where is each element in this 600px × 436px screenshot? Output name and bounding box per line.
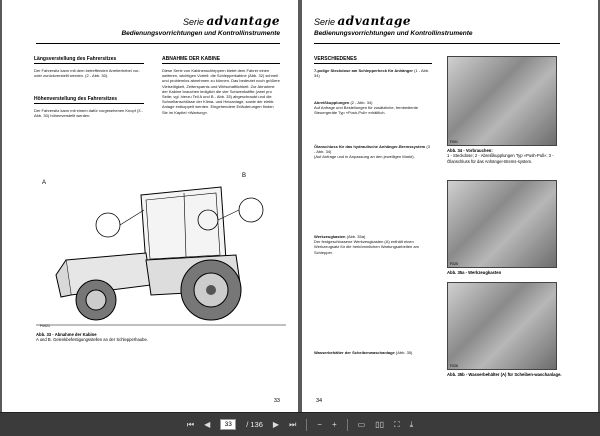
- label-b: B: [242, 173, 247, 179]
- seat-length-heading: Längsverstellung des Fahrersitzes: [34, 56, 144, 64]
- zoom-in-icon[interactable]: +: [332, 420, 337, 429]
- fullscreen-icon[interactable]: ⛶: [394, 420, 400, 430]
- seat-height-text: Der Fahrersitz kann mit einem dafür vorg…: [34, 108, 143, 119]
- last-page-icon[interactable]: ⏭: [289, 420, 296, 430]
- divider: [306, 418, 308, 431]
- seat-height-heading: Höhenverstellung des Fahrersitzes: [34, 96, 144, 104]
- total-pages: / 136: [246, 420, 263, 429]
- download-icon[interactable]: ⤓: [410, 420, 414, 430]
- photo-washer-tank: F026: [447, 282, 557, 370]
- caption-body: A und B. Gelenkbefestigungsstellen an de…: [36, 337, 148, 343]
- photo-toolbox: F025: [447, 180, 557, 268]
- prev-page-icon[interactable]: ◀: [204, 420, 210, 429]
- tractor-figure: [36, 165, 286, 333]
- section-subtitle: Bedienungsvorrichtungen und Kontrollinst…: [121, 30, 280, 37]
- cab-removal-heading: ABNAHME DER KABINE: [162, 56, 280, 64]
- page-number: 34: [316, 398, 323, 404]
- page-number-input[interactable]: 33: [220, 419, 237, 430]
- label-a: A: [42, 180, 47, 186]
- seat-length-text: Der Fahrersitz kann mit dem betreffenden…: [34, 68, 140, 79]
- caption-34: Abb. 34 - Vorbrauchen: 1 - Steckdose; 2 …: [447, 148, 554, 164]
- series-title: Serie advantage: [314, 14, 412, 28]
- series-title: Serie advantage: [182, 14, 280, 28]
- breakaway-text: Abreißkupplungen (2 - Abb. 34) Auf Anfra…: [314, 100, 419, 116]
- toolbox-text: Werkzeugkasten (Abb. 35a) Der festgeschl…: [314, 234, 419, 255]
- socket-text: 7-polige Steckdose am Schlepperheck für …: [314, 68, 430, 79]
- washer-tank-text: Wasserbehälter der Scheibenwaschanlage (…: [314, 350, 413, 355]
- oil-connection-text: Ölanschluss für das hydraulische Anhänge…: [314, 144, 430, 160]
- photo-trailer-connections: F001: [447, 56, 557, 146]
- pdf-toolbar: ⏮ ◀ 33 / 136 ▶ ⏭ − + ▭ ▯▯ ⛶ ⤓: [0, 412, 600, 436]
- figure-code: F0021: [40, 324, 50, 328]
- first-page-icon[interactable]: ⏮: [187, 420, 194, 430]
- left-page: Serie advantage Bedienungsvorrichtungen …: [2, 0, 298, 412]
- caption-35a: Abb. 35a - Werkzeugkasten: [447, 270, 502, 275]
- page-number: 33: [273, 398, 280, 404]
- cab-removal-text: Diese Serie von Kabinenschleppern bietet…: [162, 68, 280, 115]
- caption-35b: Abb. 35b - Wasserbehälter (A) für Scheib…: [447, 372, 562, 377]
- fit-page-icon[interactable]: ▭: [358, 420, 366, 429]
- caption-title: Abb. 33 - Abnahme der Kabine: [36, 332, 97, 337]
- next-page-icon[interactable]: ▶: [273, 420, 279, 429]
- section-subtitle: Bedienungsvorrichtungen und Kontrollinst…: [314, 30, 473, 37]
- right-page: Serie advantage Bedienungsvorrichtungen …: [302, 0, 598, 412]
- figure-caption: Abb. 33 - Abnahme der Kabine A und B. Ge…: [36, 332, 276, 343]
- two-page-icon[interactable]: ▯▯: [375, 420, 384, 429]
- misc-heading: VERSCHIEDENES: [314, 56, 432, 64]
- zoom-out-icon[interactable]: −: [317, 420, 322, 429]
- page-header: Serie advantage Bedienungsvorrichtungen …: [314, 14, 560, 44]
- page-header: Serie advantage Bedienungsvorrichtungen …: [36, 14, 280, 44]
- divider: [346, 418, 348, 431]
